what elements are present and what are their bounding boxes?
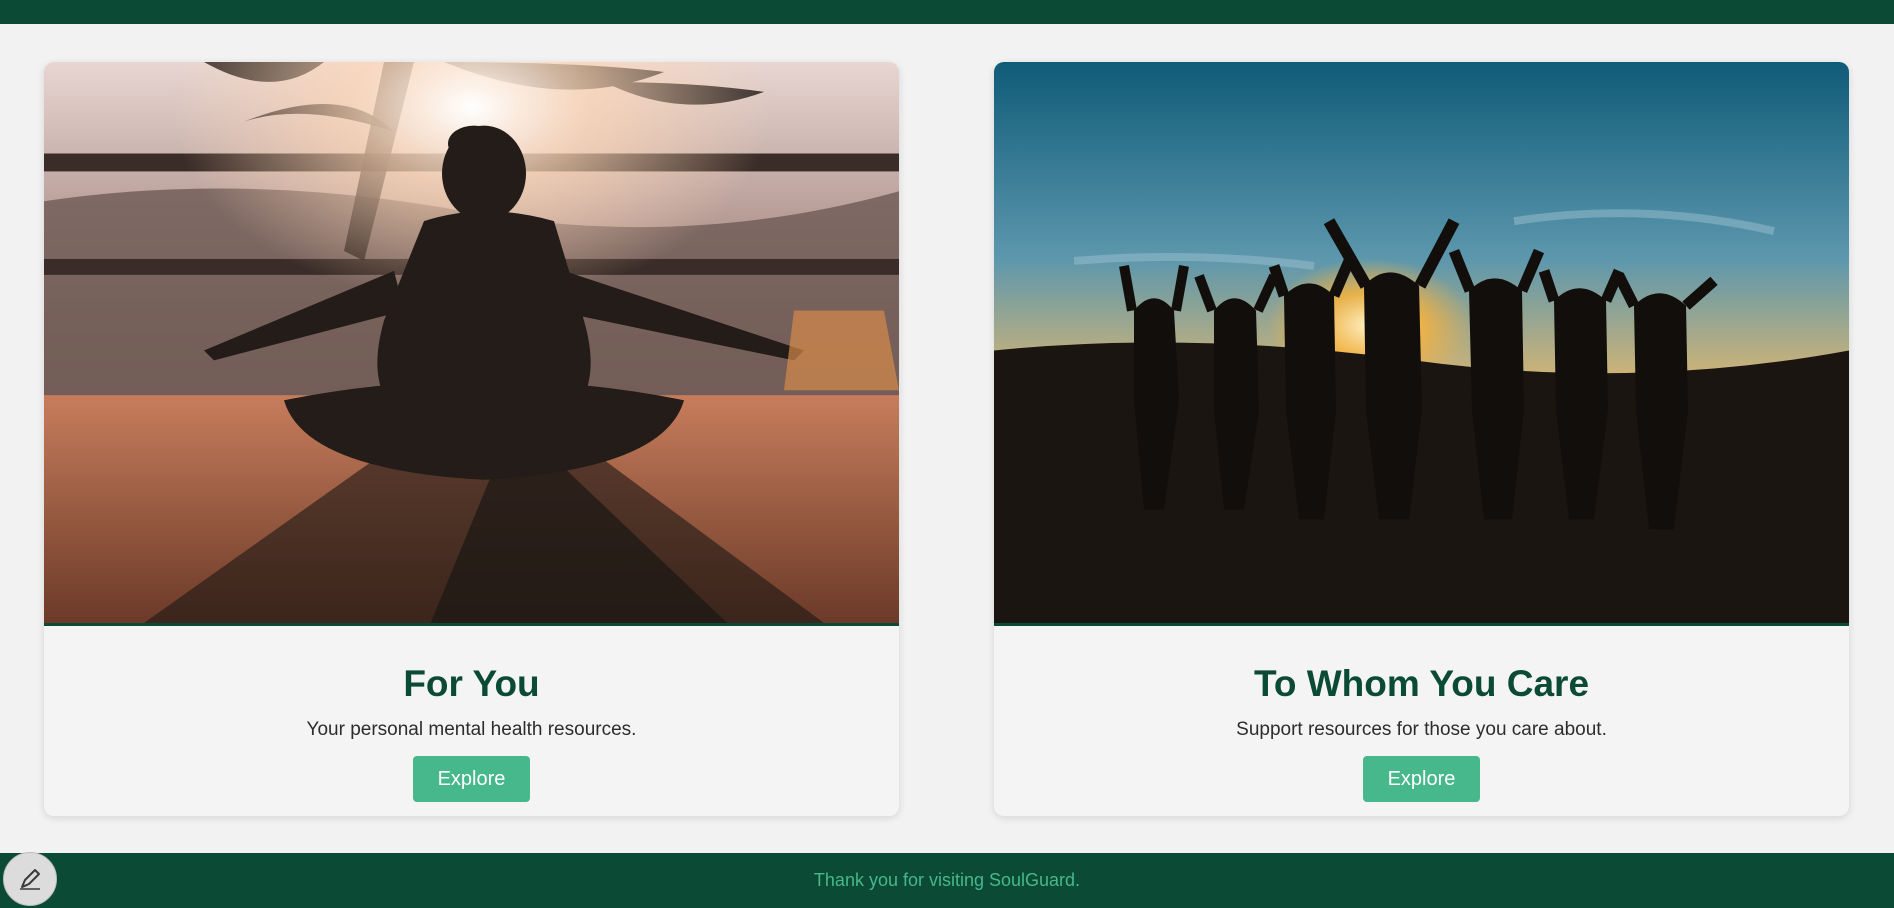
group-sunset-photo [994,62,1849,626]
card-description: Your personal mental health resources. [306,719,637,740]
explore-button[interactable]: Explore [413,756,530,802]
top-bar [0,0,1894,24]
card-title: For You [403,663,540,704]
footer: Thank you for visiting SoulGuard. [0,853,1894,908]
footer-text: Thank you for visiting SoulGuard. [813,870,1081,890]
meditation-photo [44,62,899,626]
card-title: To Whom You Care [1253,663,1590,704]
edit-fab-button[interactable] [3,852,57,906]
card-for-you: For You Your personal mental health reso… [44,62,899,816]
card-to-whom-you-care: To Whom You Care Support resources for t… [994,62,1849,816]
explore-button[interactable]: Explore [1363,756,1480,802]
pen-icon [20,869,40,890]
card-description: Support resources for those you care abo… [1236,719,1607,740]
